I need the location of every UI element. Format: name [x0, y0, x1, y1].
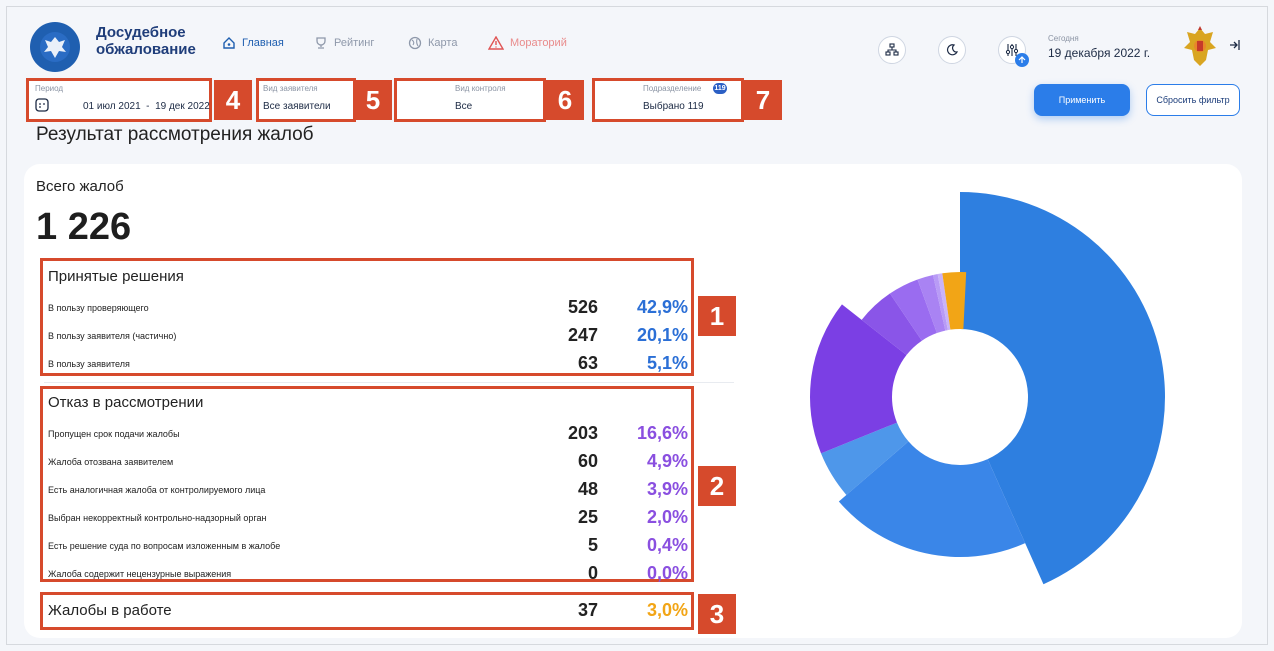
- logo[interactable]: [30, 22, 80, 72]
- refusal-row-count: 5: [587, 535, 598, 555]
- callout-badge-2: 2: [698, 466, 736, 506]
- decision-row-count: 63: [577, 353, 598, 373]
- division-label: Подразделение: [643, 84, 702, 93]
- control-value: Все: [455, 101, 473, 112]
- decision-row-count: 526: [567, 297, 598, 317]
- total-label: Всего жалоб: [36, 178, 124, 195]
- decision-row-pct: 20,1%: [636, 325, 688, 345]
- refusal-row-pct: 0,0%: [646, 563, 688, 583]
- nav-item-rating[interactable]: Рейтинг: [314, 36, 374, 50]
- control-type-filter[interactable]: Вид контроля Все: [394, 78, 546, 122]
- nav-label-home: Главная: [242, 37, 284, 49]
- donut-chart: [810, 192, 1165, 585]
- calendar-icon: [35, 98, 49, 112]
- refusal-row-pct: 3,9%: [646, 479, 688, 499]
- brand-title[interactable]: Досудебное обжалование: [96, 24, 196, 58]
- refusal-row-count: 60: [577, 451, 598, 471]
- callout-badge-4: 4: [214, 80, 252, 120]
- decision-row-label: В пользу заявителя: [48, 359, 130, 369]
- emchs-emblem-icon: [1180, 24, 1220, 70]
- callout-badge-5: 5: [354, 80, 392, 120]
- refusal-row-label: Выбран некорректный контрольно-надзорный…: [48, 513, 267, 523]
- division-value: Выбрано 119: [643, 101, 704, 112]
- in-work-pct: 3,0%: [646, 600, 688, 620]
- update-badge-icon: [1015, 53, 1029, 67]
- refusal-row-pct: 0,4%: [646, 535, 688, 555]
- refusal-row-count: 0: [587, 563, 598, 583]
- decision-row-label: В пользу проверяющего: [48, 303, 149, 313]
- callout-badge-1: 1: [698, 296, 736, 336]
- eagle-emblem-icon: [40, 32, 70, 62]
- decision-row-count: 247: [567, 325, 598, 345]
- applicant-value: Все заявители: [263, 101, 331, 112]
- refusal-row-count: 48: [577, 479, 598, 499]
- hierarchy-icon: [885, 43, 899, 56]
- logout-icon: [1230, 40, 1240, 50]
- refusal-row-label: Пропущен срок подачи жалобы: [48, 429, 180, 439]
- nav-label-rating: Рейтинг: [334, 37, 375, 49]
- refusal-row-label: Есть аналогичная жалоба от контролируемо…: [48, 485, 266, 495]
- in-work-label: Жалобы в работе: [48, 602, 172, 619]
- period-label: Период: [35, 84, 64, 93]
- refusal-row-pct: 4,9%: [646, 451, 688, 471]
- period-value: 01 июл 2021 - 19 дек 2022: [83, 101, 210, 112]
- theme-toggle-button[interactable]: [938, 36, 966, 64]
- nav-label-map: Карта: [428, 37, 458, 49]
- decision-row-pct: 42,9%: [636, 297, 688, 317]
- page-title: Результат рассмотрения жалоб: [36, 124, 314, 145]
- nav-item-moratorium[interactable]: Мораторий: [488, 36, 567, 50]
- division-count-badge: 119: [713, 83, 727, 94]
- total-value: 1 226: [36, 206, 132, 248]
- refusal-row-label: Жалоба отозвана заявителем: [48, 457, 174, 467]
- refusal-row-pct: 2,0%: [646, 507, 688, 527]
- divider: [44, 382, 734, 383]
- nav-label-moratorium: Мораторий: [510, 37, 567, 49]
- nav-item-home[interactable]: Главная: [222, 36, 284, 50]
- control-label: Вид контроля: [455, 84, 506, 93]
- refusals-title: Отказ в рассмотрении: [48, 394, 204, 411]
- apply-button[interactable]: Применить: [1034, 84, 1130, 116]
- logout-button[interactable]: [1228, 38, 1242, 57]
- refusal-row-count: 203: [567, 423, 598, 443]
- settings-button[interactable]: [998, 36, 1029, 67]
- callout-badge-7: 7: [744, 80, 782, 120]
- reset-filter-button[interactable]: Сбросить фильтр: [1146, 84, 1240, 116]
- callout-badge-6: 6: [546, 80, 584, 120]
- structure-button[interactable]: [878, 36, 906, 64]
- applicant-label: Вид заявителя: [263, 84, 318, 93]
- refusal-row-pct: 16,6%: [636, 423, 688, 443]
- globe-icon: [408, 36, 422, 50]
- decisions-title: Принятые решения: [48, 268, 184, 285]
- period-filter[interactable]: Период 01 июл 2021 - 19 дек 2022: [26, 78, 212, 122]
- nav-item-map[interactable]: Карта: [408, 36, 457, 50]
- moon-icon: [946, 44, 959, 56]
- decision-row-pct: 5,1%: [646, 353, 688, 373]
- refusal-row-label: Есть решение суда по вопросам изложенным…: [48, 541, 281, 551]
- refusal-row-label: Жалоба содержит нецензурные выражения: [48, 569, 232, 579]
- today-label: Сегодня: [1048, 34, 1079, 43]
- home-icon: [223, 37, 235, 49]
- decision-row-label: В пользу заявителя (частично): [48, 331, 177, 341]
- today-date: 19 декабря 2022 г.: [1048, 46, 1151, 60]
- callout-badge-3: 3: [698, 594, 736, 634]
- division-filter[interactable]: Подразделение 119 Выбрано 119: [592, 78, 744, 122]
- applicant-type-filter[interactable]: Вид заявителя Все заявители: [256, 78, 356, 122]
- in-work-count: 37: [577, 600, 598, 620]
- refusal-row-count: 25: [577, 507, 598, 527]
- trophy-icon: [316, 37, 326, 49]
- warning-icon: [488, 36, 504, 50]
